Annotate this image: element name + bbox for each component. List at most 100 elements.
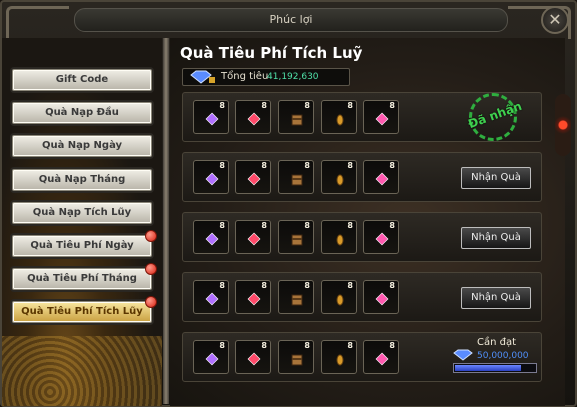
bronze-chest-icon (291, 174, 303, 186)
item-quantity: 8 (389, 341, 395, 350)
reward-slot[interactable]: 8 (193, 340, 229, 374)
notification-dot-icon (145, 230, 157, 242)
bronze-chest-icon (291, 354, 303, 366)
golden-shard-icon (336, 114, 344, 126)
item-quantity: 8 (261, 101, 267, 110)
bronze-chest-icon (291, 294, 303, 306)
reward-slot[interactable]: 8 (363, 340, 399, 374)
golden-shard-icon (336, 234, 344, 246)
golden-shard-icon (336, 174, 344, 186)
reward-slot[interactable]: 8 (363, 100, 399, 134)
reward-slot[interactable]: 8 (235, 160, 271, 194)
reward-slot[interactable]: 8 (278, 220, 314, 254)
diamond-lock-icon (190, 70, 215, 84)
item-quantity: 8 (347, 161, 353, 170)
claim-reward-label: Nhận Quà (471, 232, 521, 243)
red-gem-icon (247, 232, 261, 246)
reward-slot[interactable]: 8 (235, 280, 271, 314)
item-quantity: 8 (389, 221, 395, 230)
sidebar-item-label: Quà Tiêu Phí Tích Lũy (21, 306, 143, 317)
reward-slot[interactable]: 8 (235, 220, 271, 254)
reward-slot[interactable]: 8 (193, 280, 229, 314)
item-quantity: 8 (304, 281, 310, 290)
reward-slot[interactable]: 8 (235, 340, 271, 374)
reward-slot[interactable]: 8 (193, 220, 229, 254)
reward-slot[interactable]: 8 (321, 340, 357, 374)
item-quantity: 8 (389, 161, 395, 170)
total-spent-box: Tổng tiêu 41,192,630 (182, 68, 350, 86)
item-quantity: 8 (219, 161, 225, 170)
reward-slot[interactable]: 8 (278, 280, 314, 314)
item-quantity: 8 (347, 101, 353, 110)
bronze-chest-icon (291, 234, 303, 246)
pink-crystal-icon (375, 232, 389, 246)
close-button[interactable]: ✕ (541, 6, 569, 34)
reward-slot[interactable]: 8 (363, 220, 399, 254)
golden-shard-icon (336, 294, 344, 306)
reward-row: 8 8 8 8 8 Nhận Quà (182, 152, 542, 202)
requirement-box: Cần đạt 50,000,000 (453, 337, 537, 379)
sidebar-item-5[interactable]: Quà Tiêu Phí Ngày (12, 230, 157, 257)
item-quantity: 8 (219, 221, 225, 230)
pink-crystal-icon (375, 112, 389, 126)
reward-slot[interactable]: 8 (278, 100, 314, 134)
item-quantity: 8 (347, 341, 353, 350)
item-quantity: 8 (389, 101, 395, 110)
reward-slot[interactable]: 8 (193, 160, 229, 194)
reward-slot[interactable]: 8 (321, 220, 357, 254)
sidebar-item-label: Gift Code (55, 74, 109, 85)
sidebar-item-3[interactable]: Quà Nạp Tháng (12, 169, 152, 191)
reward-slot[interactable]: 8 (363, 160, 399, 194)
sidebar-item-4[interactable]: Quà Nạp Tích Lũy (12, 202, 152, 224)
claim-reward-button[interactable]: Nhận Quà (461, 227, 531, 249)
total-spent-label: Tổng tiêu (221, 71, 269, 82)
item-quantity: 8 (304, 161, 310, 170)
reward-slot[interactable]: 8 (321, 160, 357, 194)
frame-corner-left (6, 6, 69, 39)
requirement-value: 50,000,000 (477, 351, 529, 361)
purple-gem-icon (205, 232, 219, 246)
purple-gem-icon (205, 172, 219, 186)
claim-reward-button[interactable]: Nhận Quà (461, 287, 531, 309)
claim-reward-button[interactable]: Nhận Quà (461, 167, 531, 189)
requirement-progress-bar (453, 363, 537, 373)
welfare-window: Phúc lợi ✕ Gift Code Quà Nạp Đầu Quà Nạp N… (0, 0, 577, 407)
reward-slot[interactable]: 8 (278, 340, 314, 374)
pink-crystal-icon (375, 292, 389, 306)
reward-slot[interactable]: 8 (363, 280, 399, 314)
sidebar-item-0[interactable]: Gift Code (12, 69, 152, 91)
item-quantity: 8 (347, 221, 353, 230)
reward-slot[interactable]: 8 (235, 100, 271, 134)
sidebar-item-2[interactable]: Quà Nạp Ngày (12, 135, 152, 157)
reward-slot[interactable]: 8 (278, 160, 314, 194)
claimed-stamp: Đã nhận (466, 93, 524, 141)
bronze-chest-icon (291, 114, 303, 126)
page-title: Quà Tiêu Phí Tích Luỹ (180, 44, 363, 62)
sidebar-item-7[interactable]: Quà Tiêu Phí Tích Lũy (12, 296, 157, 323)
notification-dot-icon (145, 296, 157, 308)
reward-slot[interactable]: 8 (193, 100, 229, 134)
sidebar-item-label: Quà Tiêu Phí Tháng (27, 273, 137, 284)
sidebar-item-label: Quà Tiêu Phí Ngày (30, 240, 134, 251)
requirement-progress-fill (455, 365, 521, 371)
close-icon: ✕ (548, 10, 562, 29)
diamond-icon (453, 349, 473, 361)
item-quantity: 8 (304, 341, 310, 350)
item-quantity: 8 (261, 161, 267, 170)
reward-slot[interactable]: 8 (321, 280, 357, 314)
item-quantity: 8 (261, 221, 267, 230)
red-gem-icon (247, 292, 261, 306)
item-quantity: 8 (261, 341, 267, 350)
claimed-stamp-label: Đã nhận (466, 98, 524, 132)
pink-crystal-icon (375, 352, 389, 366)
reward-slot[interactable]: 8 (321, 100, 357, 134)
red-gem-icon (247, 172, 261, 186)
sidebar-item-1[interactable]: Quà Nạp Đầu (12, 102, 152, 124)
item-quantity: 8 (219, 101, 225, 110)
claim-reward-label: Nhận Quà (471, 292, 521, 303)
scrollbar-thumb[interactable] (555, 94, 571, 156)
reward-row: 8 8 8 8 8 Đã nhận (182, 92, 542, 142)
sidebar-item-label: Quà Nạp Tháng (38, 174, 126, 185)
sidebar-item-6[interactable]: Quà Tiêu Phí Tháng (12, 263, 157, 290)
red-gem-icon (247, 112, 261, 126)
